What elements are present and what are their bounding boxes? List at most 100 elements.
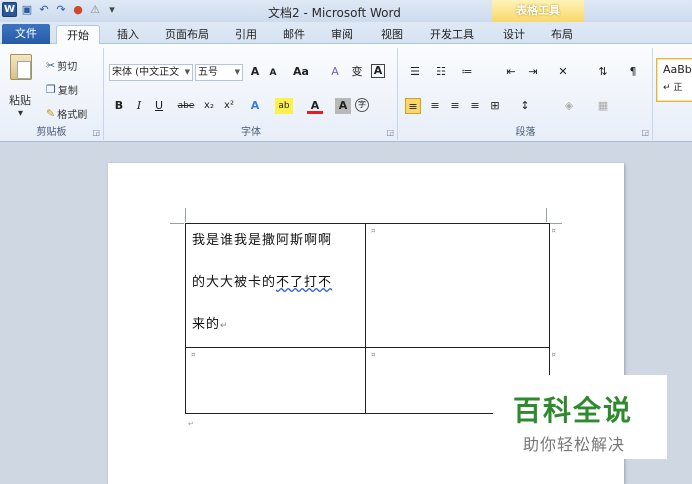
distribute-icon[interactable]: ⊞	[487, 98, 503, 114]
ribbon: 粘贴 ▾ ✂ 剪切 ❐ 复制 ✎ 格式刷 剪贴板 ◲ 宋体 (中文正文 ▼ 五号…	[0, 44, 692, 142]
line-spacing-icon[interactable]: ↕	[517, 98, 533, 114]
word-window: W ▣ ↶ ↷ ● ⚠ ▾ 文档2 - Microsoft Word 表格工具 …	[0, 0, 692, 484]
char-shading-button[interactable]: A	[335, 98, 351, 114]
paste-button[interactable]: 粘贴	[9, 92, 31, 108]
customize-qat-icon[interactable]: ▾	[105, 3, 119, 17]
word-app-icon[interactable]: W	[2, 2, 17, 17]
undo-icon[interactable]: ↶	[37, 3, 51, 17]
show-marks-icon[interactable]: ¶	[625, 64, 641, 80]
paste-dropdown-icon[interactable]: ▾	[18, 108, 23, 119]
tab-references[interactable]: 引用	[226, 25, 266, 44]
color-icon[interactable]: ●	[71, 3, 85, 17]
font-group-label: 字体	[241, 127, 261, 138]
justify-icon[interactable]: ≡	[467, 98, 483, 114]
cut-button[interactable]: ✂ 剪切	[46, 58, 77, 73]
strikethrough-button[interactable]: abe	[175, 98, 197, 114]
font-size-combo[interactable]: 五号 ▼	[195, 64, 243, 81]
tab-home[interactable]: 开始	[56, 25, 100, 44]
crop-mark	[546, 208, 547, 222]
crop-mark	[170, 223, 184, 224]
multilevel-list-icon[interactable]: ≔	[459, 64, 475, 80]
cell-end-mark: ¤	[191, 351, 196, 359]
style-name: ↵ 正	[663, 83, 683, 93]
align-right-icon[interactable]: ≡	[447, 98, 463, 114]
tab-view[interactable]: 视图	[372, 25, 412, 44]
bullets-icon[interactable]: ☰	[407, 64, 423, 80]
underline-button[interactable]: U	[151, 98, 167, 114]
tab-review[interactable]: 审阅	[322, 25, 362, 44]
grow-font-button[interactable]: A	[247, 64, 263, 80]
table-cell[interactable]: 我是谁我是撒阿斯啊啊 的大大被卡的不了打不 来的↵	[185, 223, 366, 348]
cell-line-3: 来的	[192, 317, 221, 332]
paragraph-group: ☰ ☷ ≔ ⇤ ⇥ ✕ ⇅ ¶ ≡ ≡ ≡ ≡ ⊞ ↕ ◈ ▦ 段落 ◲	[399, 48, 653, 140]
char-border-button[interactable]: A	[371, 64, 385, 78]
font-color-button[interactable]: A	[307, 98, 323, 114]
clipboard-group: 粘贴 ▾ ✂ 剪切 ❐ 复制 ✎ 格式刷 剪贴板 ◲	[0, 48, 104, 140]
chevron-down-icon: ▼	[184, 68, 190, 76]
tab-page-layout[interactable]: 页面布局	[158, 25, 216, 44]
tab-table-layout[interactable]: 布局	[542, 25, 582, 44]
ribbon-tabs: 文件 开始 插入 页面布局 引用 邮件 审阅 视图 开发工具 设计 布局	[0, 22, 692, 44]
shading-icon[interactable]: ◈	[561, 98, 577, 114]
align-center-icon[interactable]: ≡	[427, 98, 443, 114]
quick-access-toolbar: W ▣ ↶ ↷ ● ⚠ ▾	[2, 2, 119, 17]
phonetic-guide-button[interactable]: 变	[349, 64, 365, 80]
cell-text: 我是谁我是撒阿斯啊啊 的大大被卡的不了打不 来的↵	[186, 213, 364, 347]
highlight-button[interactable]: ab	[275, 98, 293, 114]
tab-developer[interactable]: 开发工具	[422, 25, 482, 44]
format-painter-label: 格式刷	[57, 110, 88, 121]
paste-icon[interactable]	[10, 54, 32, 80]
misc-icon[interactable]: ⚠	[88, 3, 102, 17]
watermark-title: 百科全说	[513, 394, 634, 427]
watermark-logo: 百科全说 助你轻松解决	[493, 375, 667, 459]
save-icon[interactable]: ▣	[20, 3, 34, 17]
font-size-value: 五号	[198, 67, 218, 78]
table-cell[interactable]: ¤	[185, 347, 366, 414]
font-launcher-icon[interactable]: ◲	[386, 128, 394, 137]
copy-button[interactable]: ❐ 复制	[46, 82, 78, 97]
cell-end-mark: ¤	[371, 351, 376, 359]
italic-button[interactable]: I	[131, 98, 147, 114]
shrink-font-button[interactable]: A	[265, 65, 281, 81]
align-left-icon[interactable]: ≡	[405, 98, 421, 114]
cell-line-1: 我是谁我是撒阿斯啊啊	[192, 233, 333, 248]
cell-line-2b: 不了打不	[276, 275, 333, 290]
sort-icon[interactable]: ⇅	[595, 64, 611, 80]
tab-table-design[interactable]: 设计	[494, 25, 534, 44]
watermark-subtitle: 助你轻松解决	[523, 435, 626, 454]
redo-icon[interactable]: ↷	[54, 3, 68, 17]
brush-icon: ✎	[46, 107, 56, 120]
text-effects-button[interactable]: A	[247, 98, 263, 114]
decrease-indent-icon[interactable]: ⇤	[503, 64, 519, 80]
format-painter-button[interactable]: ✎ 格式刷	[46, 106, 87, 121]
increase-indent-icon[interactable]: ⇥	[525, 64, 541, 80]
title-bar: W ▣ ↶ ↷ ● ⚠ ▾ 文档2 - Microsoft Word 表格工具	[0, 0, 692, 22]
chinese-layout-icon[interactable]: ✕	[555, 64, 571, 80]
paragraph-mark: ↵	[220, 321, 229, 331]
font-name-value: 宋体 (中文正文	[112, 67, 180, 78]
style-normal[interactable]: AaBb ↵ 正	[656, 58, 692, 102]
row-end-mark: ¤	[551, 351, 556, 359]
crop-mark	[548, 223, 562, 224]
table-cell[interactable]: ¤ ¤	[365, 223, 556, 348]
clear-format-button[interactable]: A	[327, 64, 343, 80]
tab-file[interactable]: 文件	[2, 24, 50, 44]
clipboard-launcher-icon[interactable]: ◲	[92, 128, 100, 137]
bold-button[interactable]: B	[111, 98, 127, 114]
borders-icon[interactable]: ▦	[595, 98, 611, 114]
change-case-button[interactable]: Aa	[289, 64, 313, 80]
enclose-char-button[interactable]: 字	[355, 98, 369, 112]
tab-mailings[interactable]: 邮件	[274, 25, 314, 44]
chevron-down-icon: ▼	[234, 68, 240, 76]
table-row: 我是谁我是撒阿斯啊啊 的大大被卡的不了打不 来的↵ ¤ ¤	[185, 223, 556, 348]
subscript-button[interactable]: x₂	[201, 98, 217, 114]
window-title: 文档2 - Microsoft Word	[268, 6, 401, 20]
numbering-icon[interactable]: ☷	[433, 64, 449, 80]
scissors-icon: ✂	[46, 59, 56, 72]
cell-line-2a: 的大大被卡的	[192, 275, 277, 290]
superscript-button[interactable]: x²	[221, 98, 237, 114]
tab-insert[interactable]: 插入	[108, 25, 148, 44]
paragraph-launcher-icon[interactable]: ◲	[641, 128, 649, 137]
style-preview: AaBb	[663, 63, 692, 76]
font-name-combo[interactable]: 宋体 (中文正文 ▼	[109, 64, 193, 81]
